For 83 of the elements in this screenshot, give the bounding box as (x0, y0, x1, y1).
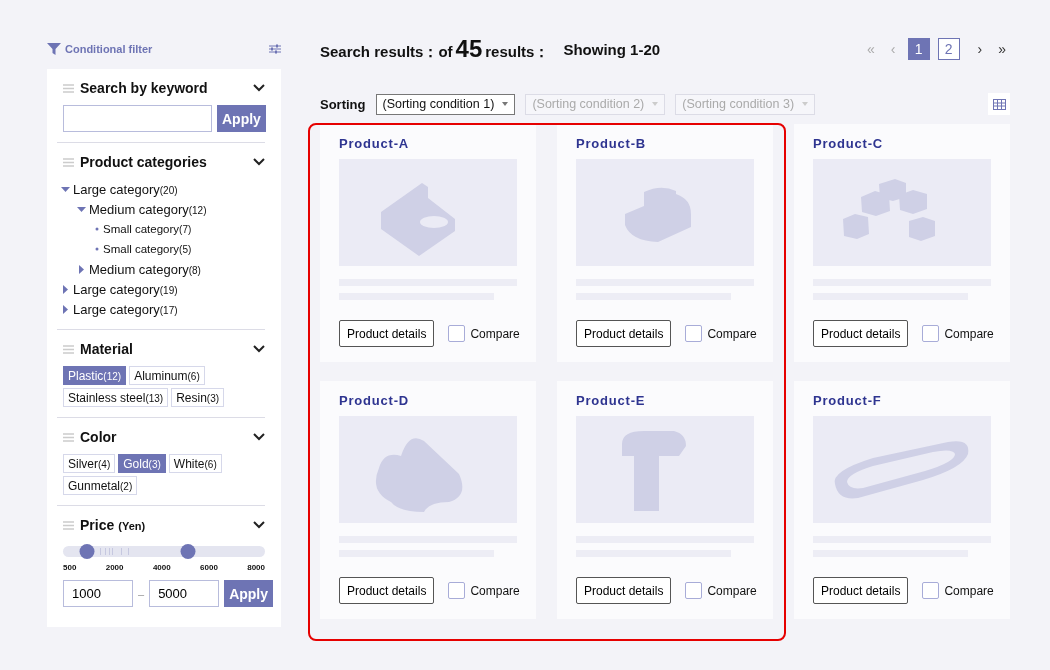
product-name[interactable]: Product-B (576, 136, 754, 152)
chevron-icon[interactable] (253, 84, 265, 92)
apply-button[interactable]: Apply (217, 105, 266, 132)
filter-chip[interactable]: Silver(4) (63, 454, 116, 473)
min-price-field[interactable]: 1000 (63, 580, 133, 607)
product-name[interactable]: Product-C (813, 136, 991, 152)
range-separator: – (138, 587, 145, 600)
compare-checkbox[interactable]: Compare (922, 325, 994, 342)
chevron-icon[interactable] (253, 158, 265, 166)
caret-down-icon[interactable] (61, 184, 70, 194)
filter-chip[interactable]: White(6) (168, 454, 222, 473)
product-name[interactable]: Product-A (339, 136, 517, 152)
compare-checkbox[interactable]: Compare (685, 582, 757, 599)
sorting-label: Sorting (320, 96, 366, 112)
filter-chip[interactable]: Aluminum(6) (129, 366, 205, 385)
next-page-link[interactable]: › (973, 41, 987, 57)
tick-label: 8000 (247, 563, 265, 572)
tick-label: 2000 (105, 563, 124, 572)
section-title: Price (Yen) (80, 517, 147, 533)
filter-chip[interactable]: Gold(3) (118, 454, 166, 473)
tick-label: 500 (63, 563, 77, 572)
slider-handle[interactable] (79, 544, 95, 559)
tick-label: 6000 (200, 563, 218, 572)
results-range: Showing 1-20 (563, 40, 661, 58)
filter-chip[interactable]: Plastic(12) (63, 366, 127, 385)
caret-down-icon (802, 102, 809, 106)
max-price-field[interactable]: 5000 (149, 580, 220, 607)
product-name[interactable]: Product-E (576, 393, 754, 409)
category-link[interactable]: Small category(7) (103, 223, 192, 235)
chevron-icon[interactable] (253, 433, 265, 441)
page-button[interactable]: 2 (937, 38, 960, 60)
product-details-button[interactable]: Product details (576, 577, 672, 604)
caret-down-icon[interactable] (77, 204, 86, 214)
section-title: Color (80, 429, 118, 445)
section-title: Material (80, 341, 134, 357)
category-link[interactable]: Large category(20) (73, 181, 178, 197)
product-details-button[interactable]: Product details (813, 320, 909, 347)
grid-icon (992, 98, 1006, 110)
caret-right-icon[interactable] (77, 264, 86, 274)
product-name[interactable]: Product-D (339, 393, 517, 409)
category-link[interactable]: Medium category(8) (89, 261, 201, 277)
sort-select[interactable]: (Sorting condition 1) (375, 93, 516, 115)
settings-icon[interactable] (269, 44, 281, 54)
chevron-icon[interactable] (253, 521, 265, 529)
filter-chip[interactable]: Gunmetal(2) (63, 476, 138, 495)
grid-view-button[interactable] (988, 93, 1010, 115)
keyword-field[interactable] (63, 105, 212, 132)
category-link[interactable]: Medium category(12) (89, 201, 207, 217)
caret-right-icon[interactable] (61, 304, 70, 314)
drag-handle-icon (63, 344, 74, 354)
apply-button[interactable]: Apply (224, 580, 273, 607)
category-link[interactable]: Large category(19) (73, 281, 178, 297)
tick-label: 4000 (152, 563, 171, 572)
last-page-link[interactable]: » (994, 41, 1010, 57)
chevron-icon[interactable] (253, 345, 265, 353)
filter-chip[interactable]: Resin(3) (171, 388, 225, 407)
product-details-button[interactable]: Product details (339, 320, 435, 347)
category-link[interactable]: Large category(17) (73, 301, 178, 317)
results-summary: Search results：of45 results： (320, 35, 550, 63)
page-button[interactable]: 1 (907, 38, 930, 60)
product-details-button[interactable]: Product details (813, 577, 909, 604)
filter-icon (47, 43, 61, 55)
section-title: Product categories (80, 154, 208, 170)
category-link[interactable]: Small category(5) (103, 243, 192, 255)
compare-checkbox[interactable]: Compare (685, 325, 757, 342)
product-name[interactable]: Product-F (813, 393, 991, 409)
section-title: Search by keyword (80, 80, 209, 96)
product-details-button[interactable]: Product details (339, 577, 435, 604)
slider-handle[interactable] (180, 544, 196, 559)
drag-handle-icon (63, 432, 74, 442)
filter-chip[interactable]: Stainless steel(13) (63, 388, 169, 407)
caret-down-icon (652, 102, 659, 106)
compare-checkbox[interactable]: Compare (448, 582, 520, 599)
caret-right-icon[interactable] (61, 284, 70, 294)
drag-handle-icon (63, 520, 74, 530)
compare-checkbox[interactable]: Compare (448, 325, 520, 342)
drag-handle-icon (63, 83, 74, 93)
drag-handle-icon (63, 157, 74, 167)
price-slider[interactable] (63, 546, 265, 557)
compare-checkbox[interactable]: Compare (922, 582, 994, 599)
filter-title: Conditional filter (65, 43, 154, 55)
caret-down-icon (502, 102, 509, 106)
product-details-button[interactable]: Product details (576, 320, 672, 347)
